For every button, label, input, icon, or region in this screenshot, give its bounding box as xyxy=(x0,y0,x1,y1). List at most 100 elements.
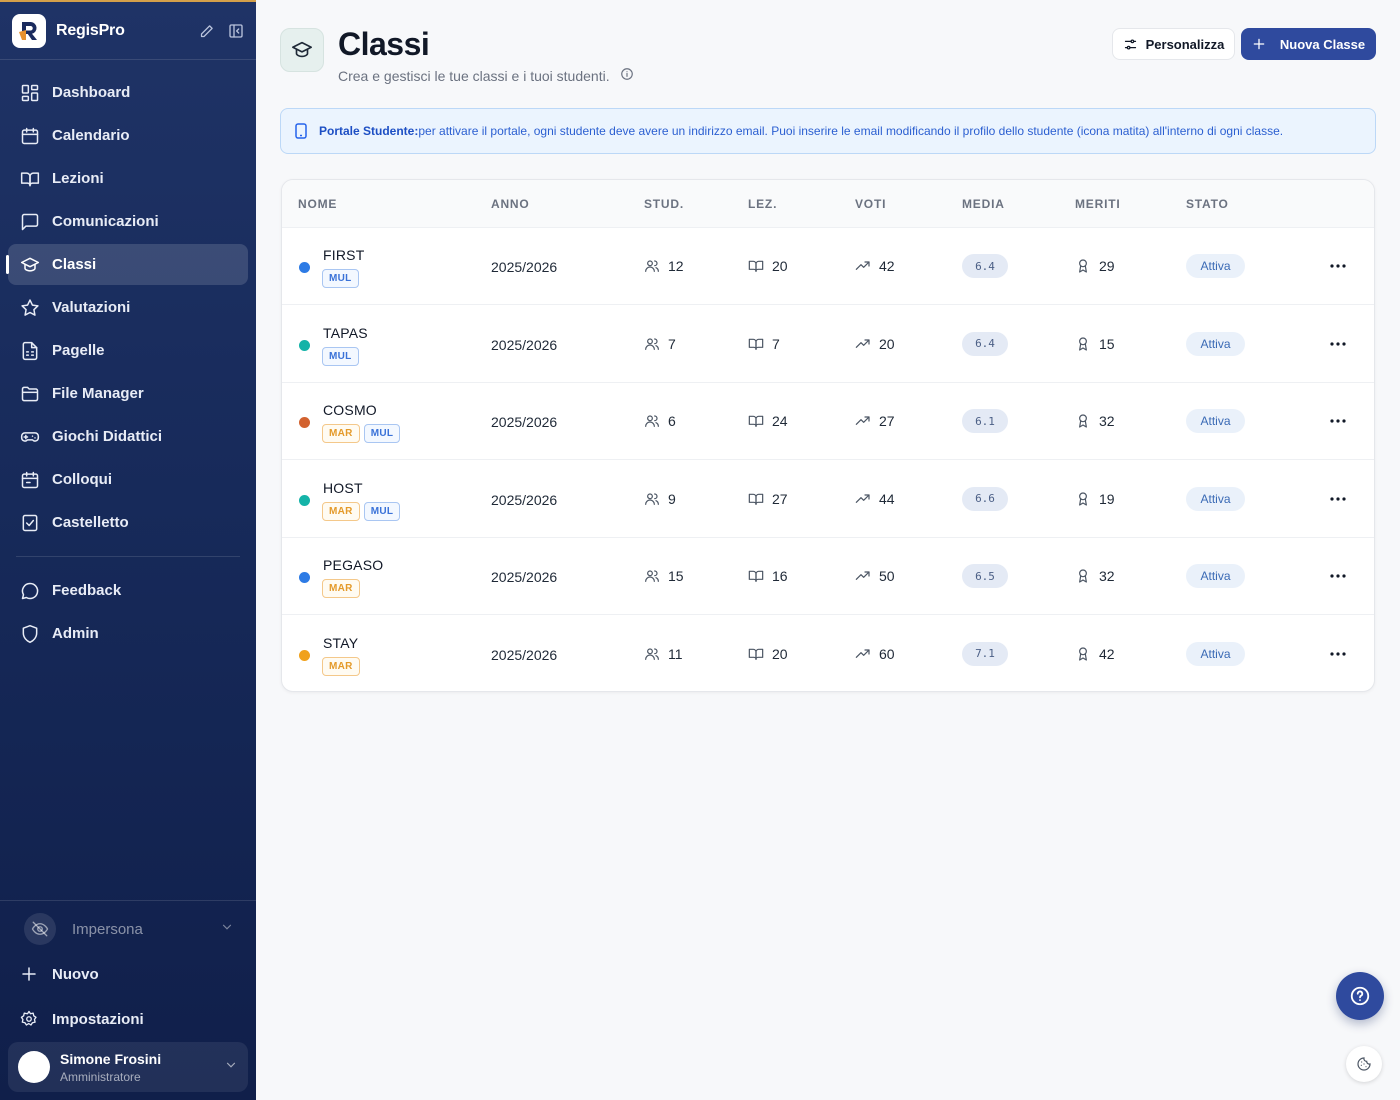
collapse-sidebar-icon[interactable] xyxy=(228,23,244,39)
table-header: NOME ANNO STUD. LEZ. VOTI MEDIA MERITI S… xyxy=(282,180,1374,228)
class-year: 2025/2026 xyxy=(491,646,558,663)
sidebar-divider xyxy=(16,556,240,557)
table-row[interactable]: HOST MAR MUL 2025/2026 9 27 44 6.6 19 Att… xyxy=(282,461,1374,538)
sidebar-item-classi[interactable]: Classi xyxy=(6,244,248,285)
column-header-lezioni[interactable]: LEZ. xyxy=(748,197,777,211)
class-name[interactable]: HOST xyxy=(323,480,363,496)
sidebar-item-label: Calendario xyxy=(52,127,130,144)
merits-count: 15 xyxy=(1075,336,1115,352)
users-icon xyxy=(645,570,659,582)
page-subtitle-text: Crea e gestisci le tue classi e i tuoi s… xyxy=(338,67,610,84)
subject-tags: MUL xyxy=(322,269,359,288)
class-name[interactable]: PEGASO xyxy=(323,557,383,573)
column-header-meriti[interactable]: MERITI xyxy=(1075,197,1120,211)
sidebar-item-pagelle[interactable]: Pagelle xyxy=(8,330,248,371)
table-row[interactable]: STAY MAR 2025/2026 11 20 60 7.1 42 Attiv… xyxy=(282,616,1374,692)
sidebar-item-admin[interactable]: Admin xyxy=(8,613,248,654)
merits-count: 32 xyxy=(1075,568,1115,584)
shield-icon xyxy=(22,624,38,643)
user-role: Amministratore xyxy=(60,1069,141,1084)
page-title: Classi xyxy=(338,26,430,62)
edit-icon[interactable] xyxy=(199,24,214,39)
help-button[interactable] xyxy=(1336,972,1384,1020)
column-header-nome[interactable]: NOME xyxy=(298,197,337,211)
book-open-icon xyxy=(748,570,764,582)
trending-up-icon xyxy=(855,416,870,425)
grades-count: 20 xyxy=(855,336,895,352)
calendar-icon xyxy=(21,127,39,144)
smartphone-icon xyxy=(295,123,307,139)
class-name[interactable]: TAPAS xyxy=(323,325,368,341)
sidebar-item-valutazioni[interactable]: Valutazioni xyxy=(8,287,248,328)
settings-button[interactable]: Impostazioni xyxy=(20,1007,144,1031)
sidebar-item-lezioni[interactable]: Lezioni xyxy=(8,158,248,199)
class-year: 2025/2026 xyxy=(491,414,558,430)
lessons-count: 16 xyxy=(748,568,788,584)
sidebar-item-giochi-didattici[interactable]: Giochi Didattici xyxy=(8,416,248,457)
more-options-icon[interactable] xyxy=(1328,568,1348,584)
impersona-label: Impersona xyxy=(72,920,143,938)
sidebar-item-calendario[interactable]: Calendario xyxy=(8,115,248,156)
star-icon xyxy=(21,298,39,316)
column-header-stato[interactable]: STATO xyxy=(1186,197,1229,211)
table-row[interactable]: COSMO MAR MUL 2025/2026 6 24 27 6.1 32 At… xyxy=(282,383,1374,460)
subject-tags: MAR xyxy=(322,579,360,598)
sidebar-item-label: Castelletto xyxy=(52,514,129,531)
more-options-icon[interactable] xyxy=(1328,258,1348,274)
sidebar-item-label: Classi xyxy=(52,256,97,273)
table-row[interactable]: PEGASO MAR 2025/2026 15 16 50 6.5 32 Att… xyxy=(282,538,1374,615)
award-icon xyxy=(1079,259,1087,273)
table-row[interactable]: TAPAS MUL 2025/2026 7 7 20 6.4 15 Attiva xyxy=(282,306,1374,383)
users-icon xyxy=(645,337,659,350)
class-color-dot xyxy=(299,494,310,506)
customize-button[interactable]: Personalizza xyxy=(1112,28,1235,60)
new-class-button[interactable]: Nuova Classe xyxy=(1241,28,1376,60)
report-card-icon xyxy=(22,341,38,360)
merits-count: 32 xyxy=(1075,413,1115,429)
new-label: Nuovo xyxy=(52,965,99,983)
class-year: 2025/2026 xyxy=(491,259,558,275)
column-header-studenti[interactable]: STUD. xyxy=(644,197,684,211)
more-options-icon[interactable] xyxy=(1328,646,1348,662)
grades-count: 27 xyxy=(855,413,895,429)
sidebar-item-comunicazioni[interactable]: Comunicazioni xyxy=(8,201,248,242)
average-badge: 6.4 xyxy=(962,254,1008,278)
more-options-icon[interactable] xyxy=(1328,491,1348,507)
subject-tag: MUL xyxy=(322,269,359,288)
grades-count: 42 xyxy=(855,258,895,274)
more-options-icon[interactable] xyxy=(1328,413,1348,429)
class-year: 2025/2026 xyxy=(491,491,558,508)
grades-count: 50 xyxy=(855,568,895,584)
user-menu[interactable]: Simone Frosini Amministratore xyxy=(8,1042,248,1092)
column-header-anno[interactable]: ANNO xyxy=(491,197,530,211)
class-name[interactable]: COSMO xyxy=(323,402,377,418)
info-icon[interactable] xyxy=(620,67,634,84)
sidebar-item-castelletto[interactable]: Castelletto xyxy=(8,502,248,543)
more-options-icon[interactable] xyxy=(1328,336,1348,352)
impersona-select[interactable]: Impersona xyxy=(24,912,234,946)
sidebar-item-dashboard[interactable]: Dashboard xyxy=(8,72,248,113)
subject-tags: MUL xyxy=(322,346,359,366)
class-year: 2025/2026 xyxy=(491,569,558,585)
subject-tag: MAR xyxy=(322,501,360,521)
class-name[interactable]: FIRST xyxy=(323,247,364,263)
cookie-settings-button[interactable] xyxy=(1346,1046,1382,1082)
banner-text: per attivare il portale, ogni studente d… xyxy=(418,124,1284,138)
logo-icon[interactable] xyxy=(12,14,46,48)
sidebar: RegisPro Dashboard Calendario Lezioni Co… xyxy=(0,0,256,1100)
subject-tag: MAR xyxy=(322,656,360,676)
sidebar-item-file-manager[interactable]: File Manager xyxy=(8,373,248,414)
settings-label: Impostazioni xyxy=(52,1010,144,1028)
grades-count: 44 xyxy=(855,491,895,507)
column-header-voti[interactable]: VOTI xyxy=(855,197,886,211)
lessons-count: 20 xyxy=(748,258,788,274)
sidebar-item-colloqui[interactable]: Colloqui xyxy=(8,459,248,500)
cookie-icon xyxy=(1357,1057,1371,1071)
class-name[interactable]: STAY xyxy=(323,635,358,651)
sidebar-item-feedback[interactable]: Feedback xyxy=(8,570,248,611)
new-button[interactable]: Nuovo xyxy=(20,962,99,986)
trending-up-icon xyxy=(855,261,870,270)
column-header-media[interactable]: MEDIA xyxy=(962,197,1005,211)
subject-tag: MUL xyxy=(322,346,359,366)
table-row[interactable]: FIRST MUL 2025/2026 12 20 42 6.4 29 Atti… xyxy=(282,228,1374,305)
